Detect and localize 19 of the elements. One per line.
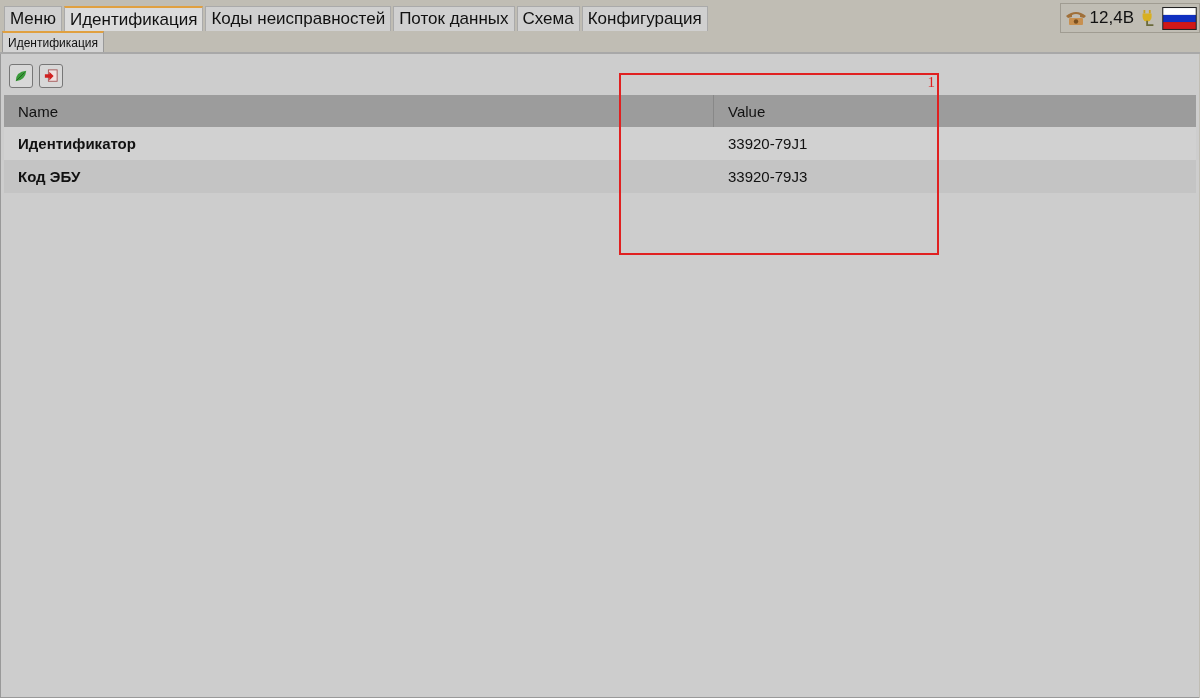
table-cell-text: 33920-79J1 xyxy=(727,134,809,154)
column-header[interactable]: Value xyxy=(714,95,1196,127)
tab[interactable]: Коды неисправностей xyxy=(205,6,392,31)
leaf-button[interactable] xyxy=(9,64,33,88)
tab[interactable]: Конфигурация xyxy=(581,6,708,31)
subtab[interactable]: Идентификация xyxy=(2,31,104,52)
table-cell-text: 33920-79J3 xyxy=(727,167,809,187)
export-button[interactable] xyxy=(39,64,63,88)
tab[interactable]: Схема xyxy=(516,6,580,31)
telephone-icon xyxy=(1064,9,1087,27)
annotation-number: 1 xyxy=(927,74,935,91)
tab[interactable]: Идентификация xyxy=(63,6,204,31)
voltage-reading: 12,4В xyxy=(1089,8,1134,28)
flag-icon xyxy=(1162,6,1197,30)
table-cell-text: Код ЭБУ xyxy=(17,167,82,187)
table-cell-text: Идентификатор xyxy=(17,134,137,154)
tab[interactable]: Меню xyxy=(4,6,62,31)
leaf-icon xyxy=(14,69,28,83)
tab[interactable]: Поток данных xyxy=(393,6,515,31)
